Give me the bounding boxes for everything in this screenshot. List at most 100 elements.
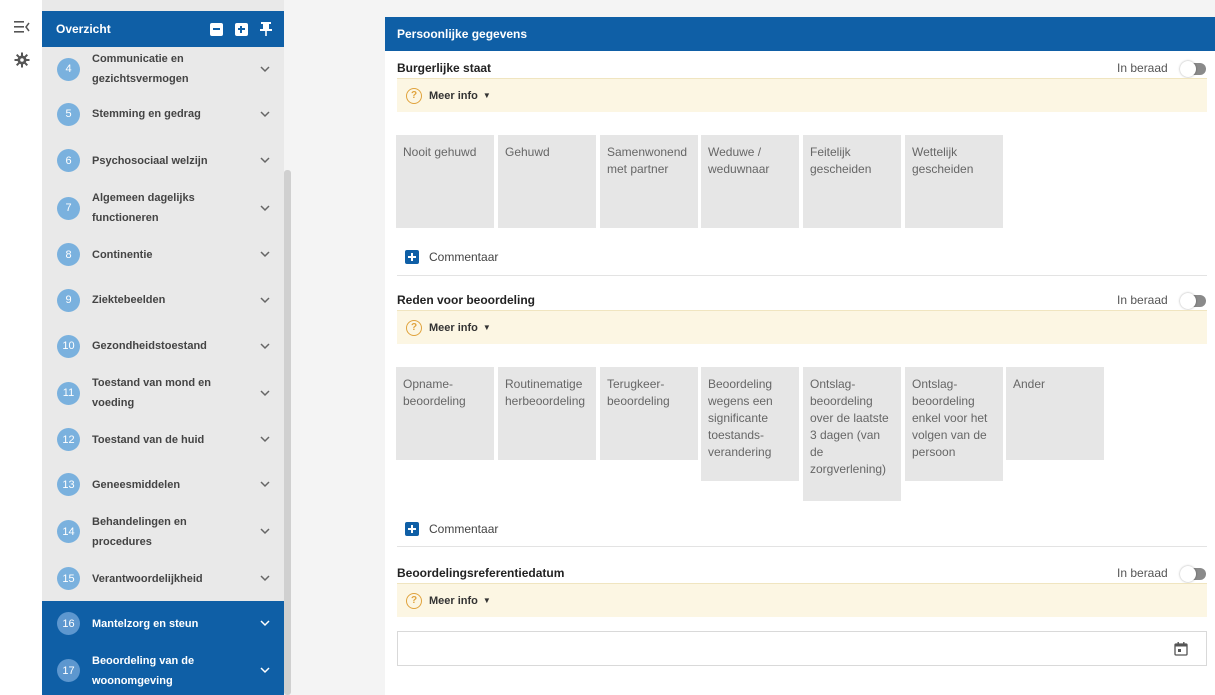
section-number-badge: 11 — [57, 381, 80, 405]
overview-item[interactable]: 11 Toestand van mond en voeding — [42, 369, 284, 417]
divider — [397, 546, 1207, 547]
overview-item-label: Behandelingen en procedures — [92, 515, 187, 548]
overview-item[interactable]: 15 Verantwoordelijkheid — [42, 556, 284, 601]
section-number-badge: 5 — [57, 102, 80, 126]
section-number-badge: 4 — [57, 57, 80, 81]
overview-header: Overzicht — [42, 11, 284, 47]
help-icon: ? — [406, 592, 422, 609]
overview-item[interactable]: 9 Ziektebeelden — [42, 277, 284, 323]
chevron-down-icon[interactable] — [260, 156, 270, 166]
chevron-down-icon[interactable] — [260, 295, 270, 305]
overview-item-label: Mantelzorg en steun — [92, 617, 199, 630]
commentaar-button[interactable]: Commentaar — [405, 250, 498, 264]
overview-item[interactable]: 10 Gezondheidstoestand — [42, 323, 284, 369]
overview-item[interactable]: 14 Behandelingen en procedures — [42, 507, 284, 556]
overview-item[interactable]: 16 Mantelzorg en steun — [42, 601, 284, 646]
overview-item[interactable]: 13 Geneesmiddelen — [42, 462, 284, 507]
overview-item-label: Communicatie en gezichtsvermogen — [92, 53, 189, 85]
caret-down-icon: ▼ — [482, 596, 491, 605]
chevron-down-icon[interactable] — [260, 666, 270, 676]
section-number-badge: 10 — [57, 334, 80, 358]
option-tile[interactable]: Gehuwd — [498, 135, 596, 228]
option-tile[interactable]: Ontslag-beoordeling over de laatste 3 da… — [803, 367, 901, 501]
section-number-badge: 6 — [57, 149, 80, 172]
chevron-down-icon[interactable] — [260, 574, 270, 584]
overview-item[interactable]: 17 Beoordeling van de woonomgeving — [42, 646, 284, 695]
overview-item[interactable]: 5 Stemming en gedrag — [42, 91, 284, 137]
chevron-down-icon[interactable] — [260, 435, 270, 445]
option-tile[interactable]: Routinematige herbeoordeling — [498, 367, 596, 460]
section-number-badge: 9 — [57, 288, 80, 312]
chevron-down-icon[interactable] — [260, 388, 270, 398]
chevron-down-icon[interactable] — [260, 203, 270, 213]
overview-item[interactable]: 8 Continentie — [42, 232, 284, 277]
section-number-badge: 15 — [57, 567, 80, 590]
overview-item-label: Algemeen dagelijks functioneren — [92, 192, 195, 224]
chevron-down-icon[interactable] — [260, 109, 270, 119]
calendar-icon[interactable] — [1174, 642, 1188, 656]
meer-info-link[interactable]: Meer info — [429, 90, 478, 102]
date-input[interactable] — [398, 632, 1158, 665]
left-rail — [0, 0, 42, 695]
option-tile[interactable]: Feitelijk gescheiden — [803, 135, 901, 228]
chevron-down-icon[interactable] — [260, 250, 270, 260]
overview-item[interactable]: 6 Psychosociaal welzijn — [42, 137, 284, 184]
option-tile[interactable]: Beoordeling wegens een significante toes… — [701, 367, 799, 481]
option-tile[interactable]: Wettelijk gescheiden — [905, 135, 1003, 228]
chevron-down-icon[interactable] — [260, 64, 270, 74]
section-number-badge: 17 — [57, 659, 80, 682]
section-number-badge: 16 — [57, 612, 80, 635]
meer-info-link[interactable]: Meer info — [429, 595, 478, 607]
commentaar-button[interactable]: Commentaar — [405, 522, 498, 536]
section-header: Persoonlijke gegevens — [385, 17, 1215, 51]
overview-item[interactable]: 12 Toestand van de huid — [42, 417, 284, 462]
option-tile[interactable]: Weduwe / weduwnaar — [701, 135, 799, 228]
chevron-down-icon[interactable] — [260, 341, 270, 351]
section-number-badge: 13 — [57, 473, 80, 496]
overview-item-label: Ziektebeelden — [92, 294, 166, 306]
pin-icon[interactable] — [259, 22, 273, 36]
option-tile[interactable]: Opname-beoordeling — [396, 367, 494, 460]
main-content: Persoonlijke gegevens Burgerlijke staat … — [385, 17, 1215, 695]
overview-title: Overzicht — [56, 22, 111, 36]
section-number-badge: 8 — [57, 243, 80, 266]
overview-scrollbar[interactable] — [284, 170, 291, 695]
commentaar-label: Commentaar — [429, 250, 499, 264]
commentaar-label: Commentaar — [429, 522, 499, 536]
expand-all-icon[interactable] — [234, 22, 248, 36]
date-field — [397, 631, 1207, 666]
gear-icon[interactable] — [13, 51, 31, 69]
meer-info-link[interactable]: Meer info — [429, 322, 478, 334]
plus-icon — [405, 522, 419, 536]
in-beraad-label: In beraad — [1117, 293, 1168, 307]
overview-item-label: Beoordeling van de woonomgeving — [92, 654, 195, 687]
burgerlijke-staat-title: Burgerlijke staat — [397, 61, 492, 75]
chevron-down-icon[interactable] — [260, 480, 270, 490]
help-icon: ? — [406, 87, 422, 104]
option-tile[interactable]: Ontslag-beoordeling enkel voor het volge… — [905, 367, 1003, 481]
chevron-down-icon[interactable] — [260, 619, 270, 629]
option-tile[interactable]: Samenwonend met partner — [600, 135, 698, 228]
in-beraad-label: In beraad — [1117, 61, 1168, 75]
overview-item[interactable]: 4 Communicatie en gezichtsvermogen — [42, 47, 284, 91]
overview-item[interactable]: 7 Algemeen dagelijks functioneren — [42, 184, 284, 232]
section-number-badge: 7 — [57, 196, 80, 220]
overview-item-label: Psychosociaal welzijn — [92, 154, 208, 167]
option-tile[interactable]: Nooit gehuwd — [396, 135, 494, 228]
in-beraad-toggle[interactable] — [1180, 293, 1206, 309]
option-tile[interactable]: Ander — [1006, 367, 1104, 460]
section-number-badge: 14 — [57, 520, 80, 543]
chevron-down-icon[interactable] — [260, 527, 270, 537]
meer-info-bar: ? Meer info ▼ — [397, 78, 1207, 112]
in-beraad-toggle[interactable] — [1180, 566, 1206, 582]
help-icon: ? — [406, 319, 422, 336]
overview-item-label: Toestand van mond en voeding — [92, 377, 211, 409]
menu-collapse-icon[interactable] — [13, 18, 31, 36]
overview-item-label: Toestand van de huid — [92, 433, 205, 446]
in-beraad-toggle[interactable] — [1180, 61, 1206, 77]
overview-item-label: Gezondheidstoestand — [92, 340, 207, 352]
option-tile[interactable]: Terugkeer-beoordeling — [600, 367, 698, 460]
reden-title: Reden voor beoordeling — [397, 293, 536, 307]
meer-info-bar: ? Meer info ▼ — [397, 583, 1207, 617]
collapse-all-icon[interactable] — [209, 22, 223, 36]
